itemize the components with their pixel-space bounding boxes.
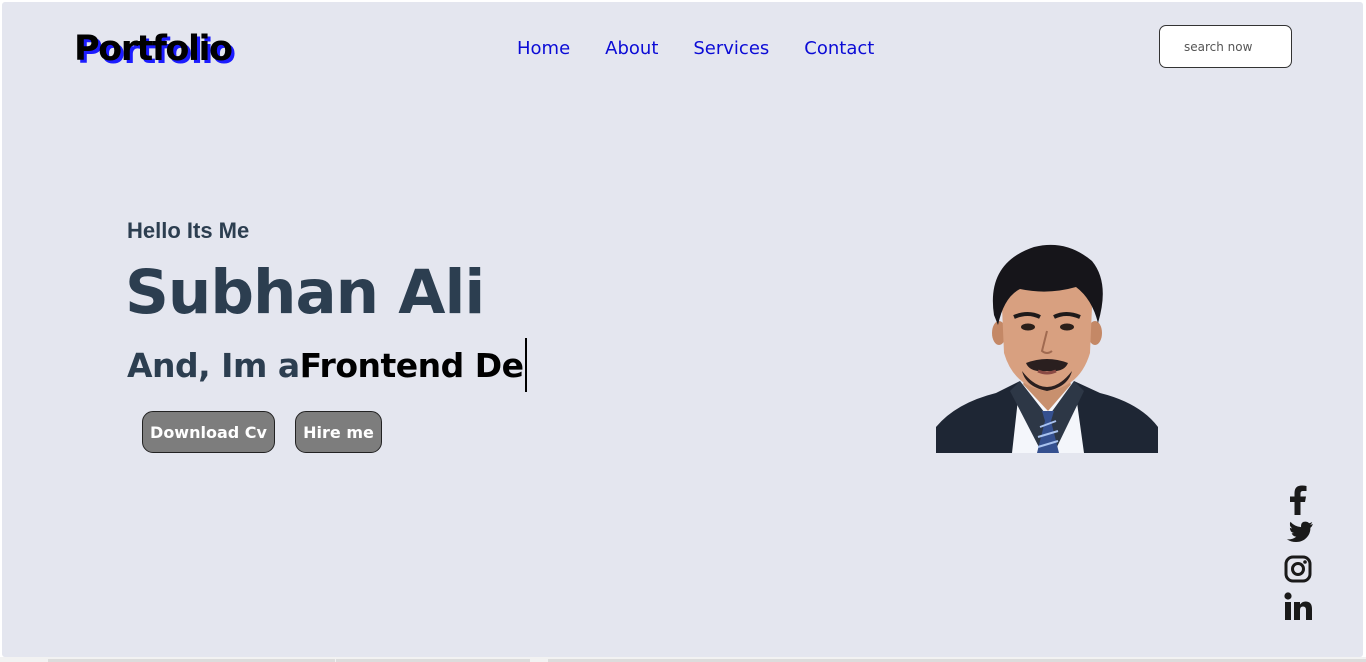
hero-name: Subhan Ali: [125, 257, 485, 328]
twitter-icon[interactable]: [1281, 516, 1315, 550]
role-prefix: And, Im a: [127, 345, 300, 385]
site-logo[interactable]: Portfolio: [74, 29, 233, 69]
page: Portfolio Home About Services Contact He…: [2, 2, 1363, 657]
role-typed-text: Frontend De: [299, 345, 524, 385]
role-line: And, Im a Frontend De: [127, 338, 527, 392]
bottom-strip: [0, 657, 1366, 662]
hire-me-button[interactable]: Hire me: [295, 411, 382, 453]
main-nav: Home About Services Contact: [517, 38, 874, 59]
nav-contact-link[interactable]: Contact: [804, 38, 874, 59]
nav-about-link[interactable]: About: [605, 38, 658, 59]
profile-photo: [936, 244, 1158, 453]
greeting-text: Hello Its Me: [127, 218, 250, 243]
facebook-icon[interactable]: [1281, 483, 1315, 517]
nav-home-link[interactable]: Home: [517, 38, 570, 59]
instagram-icon[interactable]: [1281, 552, 1315, 586]
typing-cursor: [524, 338, 527, 392]
search-input[interactable]: [1159, 25, 1292, 68]
download-cv-button[interactable]: Download Cv: [142, 411, 275, 453]
linkedin-icon[interactable]: [1281, 589, 1315, 623]
nav-services-link[interactable]: Services: [693, 38, 769, 59]
